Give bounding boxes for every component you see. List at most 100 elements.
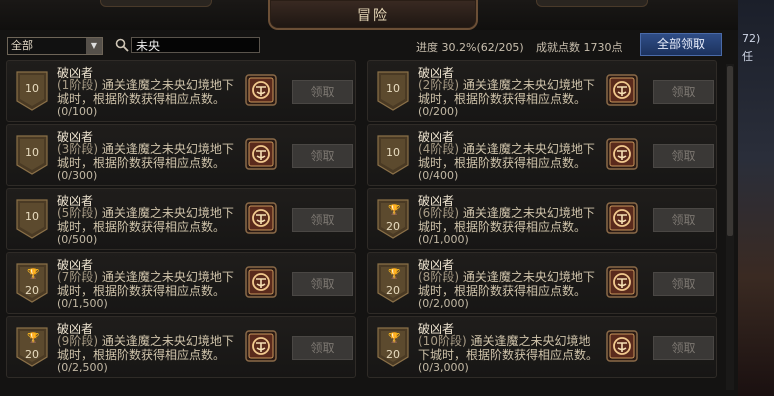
badge-points: 20 (386, 220, 400, 233)
claim-button[interactable]: 领取 (292, 80, 353, 104)
achievement-progress: (0/100) (57, 105, 98, 118)
achievement-progress: (0/200) (418, 105, 459, 118)
points-badge-icon: 🏆 20 (377, 263, 409, 303)
achievement-progress: (0/3,000) (418, 361, 469, 374)
claim-button[interactable]: 领取 (653, 144, 714, 168)
achievement-progress: (0/2,000) (418, 297, 469, 310)
badge-points: 10 (386, 82, 400, 95)
achievement-progress: (0/1,000) (418, 233, 469, 246)
badge-points: 10 (386, 146, 400, 159)
achievement-card: 🏆 20 破凶者 (7阶段) 通关逢魔之未央幻境地下城时，根据阶数获得相应点数。 (0/… (6, 252, 356, 314)
achievement-card: 10 破凶者 (2阶段) 通关逢魔之未央幻境地下城时，根据阶数获得相应点数。 (0/2… (367, 60, 717, 122)
achievement-description: (4阶段) 通关逢魔之未央幻境地下城时，根据阶数获得相应点数。 (418, 142, 600, 170)
claim-button[interactable]: 领取 (292, 272, 353, 296)
achievement-description: (1阶段) 通关逢魔之未央幻境地下城时，根据阶数获得相应点数。 (57, 78, 239, 106)
achievement-progress: (0/2,500) (57, 361, 108, 374)
achievement-card: 🏆 20 破凶者 (9阶段) 通关逢魔之未央幻境地下城时，根据阶数获得相应点数。 (0/… (6, 316, 356, 378)
achievement-stage: (5阶段) (57, 206, 98, 220)
achievement-card: 10 破凶者 (5阶段) 通关逢魔之未央幻境地下城时，根据阶数获得相应点数。 (0/5… (6, 188, 356, 250)
badge-points: 10 (25, 210, 39, 223)
achievement-description: (6阶段) 通关逢魔之未央幻境地下城时，根据阶数获得相应点数。 (418, 206, 600, 234)
points-badge-icon: 🏆 20 (16, 327, 48, 367)
achievement-progress: (0/400) (418, 169, 459, 182)
achievement-card: 10 破凶者 (4阶段) 通关逢魔之未央幻境地下城时，根据阶数获得相应点数。 (0/4… (367, 124, 717, 186)
claim-button[interactable]: 领取 (292, 336, 353, 360)
badge-points: 20 (25, 348, 39, 361)
reward-icon[interactable] (245, 202, 277, 234)
achievement-card: 🏆 20 破凶者 (6阶段) 通关逢魔之未央幻境地下城时，根据阶数获得相应点数。 (0/… (367, 188, 717, 250)
badge-points: 10 (25, 82, 39, 95)
claim-button[interactable]: 领取 (653, 80, 714, 104)
tab-left[interactable] (100, 0, 212, 7)
achievement-stage: (3阶段) (57, 142, 98, 156)
achievement-description: (8阶段) 通关逢魔之未央幻境地下城时，根据阶数获得相应点数。 (418, 270, 600, 298)
tab-right[interactable] (536, 0, 648, 7)
window-title: 冒险 (357, 8, 389, 24)
achievement-stage: (7阶段) (57, 270, 98, 284)
achievement-description: (7阶段) 通关逢魔之未央幻境地下城时，根据阶数获得相应点数。 (57, 270, 239, 298)
points-badge-icon: 🏆 20 (377, 327, 409, 367)
points-badge-icon: 10 (16, 199, 48, 239)
achievement-card: 🏆 20 破凶者 (10阶段) 通关逢魔之未央幻境地下城时，根据阶数获得相应点数。 (0… (367, 316, 717, 378)
achievement-progress: (0/500) (57, 233, 98, 246)
achievement-description: (9阶段) 通关逢魔之未央幻境地下城时，根据阶数获得相应点数。 (57, 334, 239, 362)
side-line-1: 72) (742, 32, 761, 45)
points-badge-icon: 10 (16, 135, 48, 175)
achievement-description: (2阶段) 通关逢魔之未央幻境地下城时，根据阶数获得相应点数。 (418, 78, 600, 106)
achievement-stage: (6阶段) (418, 206, 459, 220)
points-value: 1730点 (583, 41, 623, 54)
achievement-stage: (9阶段) (57, 334, 98, 348)
trophy-icon: 🏆 (388, 269, 401, 280)
points-badge-icon: 10 (377, 135, 409, 175)
scrollbar-thumb[interactable] (727, 66, 733, 236)
achievement-progress: (0/300) (57, 169, 98, 182)
reward-icon[interactable] (606, 138, 638, 170)
side-text: 72) 任 (742, 30, 760, 66)
badge-points: 20 (386, 284, 400, 297)
claim-button[interactable]: 领取 (653, 208, 714, 232)
achievement-stage: (4阶段) (418, 142, 459, 156)
points-badge-icon: 🏆 20 (16, 263, 48, 303)
category-value: 全部 (11, 39, 33, 52)
progress-stat: 进度 30.2%(62/205) (416, 39, 524, 55)
title-tab[interactable]: 冒险 (268, 0, 478, 30)
achievement-description: (10阶段) 通关逢魔之未央幻境地下城时，根据阶数获得相应点数。 (418, 334, 600, 362)
badge-points: 10 (25, 146, 39, 159)
achievement-progress: (0/1,500) (57, 297, 108, 310)
reward-icon[interactable] (245, 138, 277, 170)
achievement-card: 10 破凶者 (1阶段) 通关逢魔之未央幻境地下城时，根据阶数获得相应点数。 (0/1… (6, 60, 356, 122)
reward-icon[interactable] (606, 330, 638, 362)
achievement-stage: (1阶段) (57, 78, 98, 92)
search-icon (115, 38, 129, 52)
points-stat: 成就点数 1730点 (536, 39, 623, 55)
trophy-icon: 🏆 (388, 333, 401, 344)
reward-icon[interactable] (606, 202, 638, 234)
trophy-icon: 🏆 (388, 205, 401, 216)
side-line-2: 任 (742, 50, 753, 63)
claim-all-button[interactable]: 全部领取 (640, 33, 722, 56)
category-dropdown[interactable]: 全部 ▼ (7, 37, 103, 55)
progress-value: 30.2%(62/205) (441, 41, 524, 54)
achievement-stage: (2阶段) (418, 78, 459, 92)
points-label: 成就点数 (536, 41, 580, 54)
points-badge-icon: 10 (16, 71, 48, 111)
claim-button[interactable]: 领取 (292, 144, 353, 168)
achievement-card: 10 破凶者 (3阶段) 通关逢魔之未央幻境地下城时，根据阶数获得相应点数。 (0/3… (6, 124, 356, 186)
points-badge-icon: 🏆 20 (377, 199, 409, 239)
achievement-stage: (10阶段) (418, 334, 467, 348)
claim-button[interactable]: 领取 (292, 208, 353, 232)
achievement-description: (3阶段) 通关逢魔之未央幻境地下城时，根据阶数获得相应点数。 (57, 142, 239, 170)
reward-icon[interactable] (606, 74, 638, 106)
reward-icon[interactable] (245, 330, 277, 362)
reward-icon[interactable] (245, 266, 277, 298)
claim-button[interactable]: 领取 (653, 336, 714, 360)
badge-points: 20 (25, 284, 39, 297)
achievement-stage: (8阶段) (418, 270, 459, 284)
claim-button[interactable]: 领取 (653, 272, 714, 296)
chevron-down-icon[interactable]: ▼ (86, 38, 102, 54)
trophy-icon: 🏆 (27, 269, 40, 280)
reward-icon[interactable] (245, 74, 277, 106)
reward-icon[interactable] (606, 266, 638, 298)
achievement-description: (5阶段) 通关逢魔之未央幻境地下城时，根据阶数获得相应点数。 (57, 206, 239, 234)
search-input[interactable]: 未央 (131, 37, 260, 53)
